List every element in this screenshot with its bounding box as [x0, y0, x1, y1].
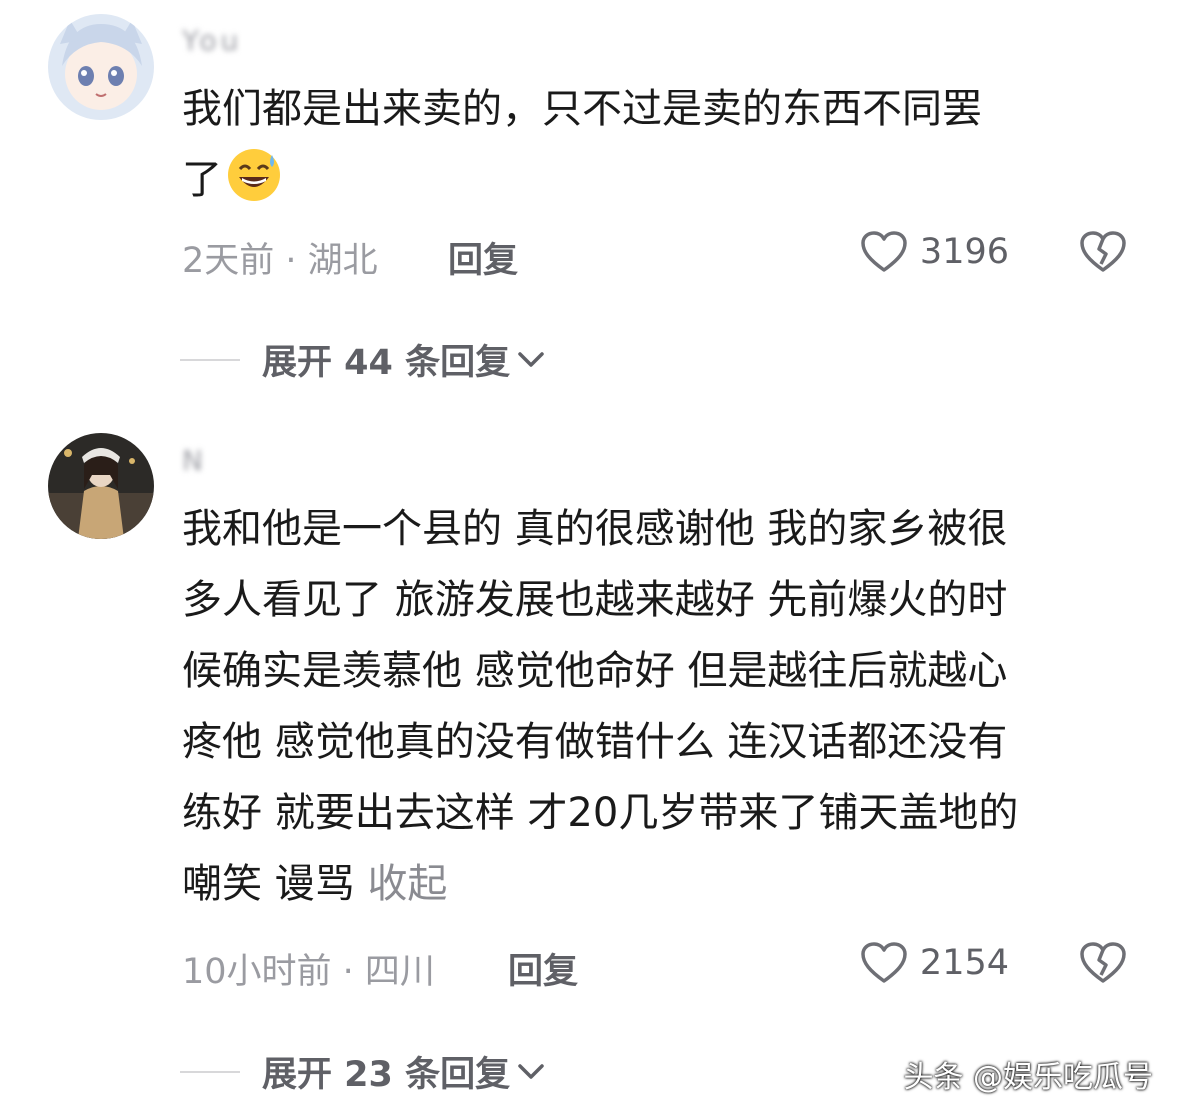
heart-icon	[861, 231, 907, 272]
like-count: 2154	[919, 943, 1009, 983]
comment-text-fragment: 了	[182, 157, 222, 203]
like-button[interactable]: 3196	[860, 230, 1009, 274]
comment-text-line: 候确实是羡慕他 感觉他命好 但是越往后就越心	[182, 648, 1008, 694]
chevron-down-icon	[518, 351, 544, 367]
comment-text-line: 多人看见了 旅游发展也越来越好 先前爆火的时	[182, 577, 1008, 623]
comment-text: 我们都是出来卖的，只不过是卖的东西不同罢 了	[182, 74, 1132, 216]
broken-heart-icon	[1080, 942, 1126, 983]
like-count: 3196	[919, 232, 1009, 272]
comment-text-line: 练好 就要出去这样 才20几岁带来了铺天盖地的	[182, 790, 1019, 836]
comment-meta: 10小时前 · 四川	[182, 952, 435, 992]
divider	[180, 358, 240, 361]
expand-replies[interactable]: 展开 23 条回复	[180, 1046, 546, 1097]
comment-text-line: 了	[182, 145, 1132, 216]
comment-text-line: 疼他 感觉他真的没有做错什么 连汉话都还没有	[182, 719, 1008, 765]
username[interactable]: N	[182, 444, 207, 477]
expand-replies-label: 展开 23 条回复	[262, 1055, 511, 1095]
dislike-button[interactable]	[1079, 230, 1127, 278]
comment-text-line: 我们都是出来卖的，只不过是卖的东西不同罢	[182, 86, 982, 132]
comment-text-line: 嘲笑 谩骂 收起	[182, 849, 1132, 920]
dislike-button[interactable]	[1079, 941, 1127, 989]
reply-button[interactable]: 回复	[448, 232, 518, 283]
broken-heart-icon	[1080, 231, 1126, 272]
username[interactable]: You	[182, 24, 242, 57]
comment-meta: 2天前 · 湖北	[182, 241, 378, 281]
like-button[interactable]: 2154	[860, 941, 1009, 985]
grinning-face-with-sweat-emoji	[228, 149, 280, 201]
collapse-button[interactable]: 收起	[367, 861, 447, 907]
chevron-down-icon	[518, 1063, 544, 1079]
avatar[interactable]	[48, 433, 154, 539]
comment-text-line: 我和他是一个县的 真的很感谢他 我的家乡被很	[182, 506, 1008, 552]
comment-text: 我和他是一个县的 真的很感谢他 我的家乡被很 多人看见了 旅游发展也越来越好 先…	[182, 494, 1132, 920]
expand-replies[interactable]: 展开 44 条回复	[180, 334, 546, 385]
divider	[180, 1070, 240, 1073]
watermark: 头条 @娱乐吃瓜号	[903, 1060, 1153, 1095]
comment-text-fragment: 嘲笑 谩骂	[182, 861, 368, 907]
avatar[interactable]	[48, 14, 154, 120]
reply-button[interactable]: 回复	[508, 943, 578, 994]
heart-icon	[861, 942, 907, 983]
expand-replies-label: 展开 44 条回复	[262, 343, 511, 383]
